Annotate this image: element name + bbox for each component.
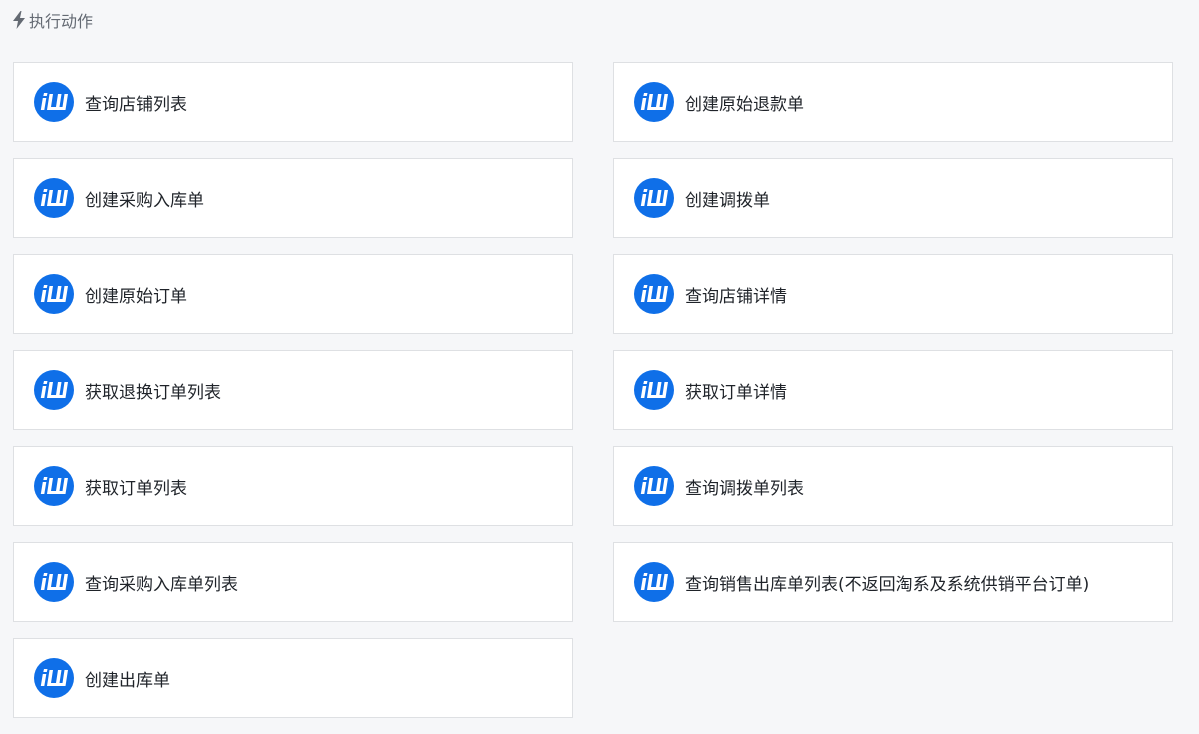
action-card[interactable]: 创建原始订单 bbox=[13, 254, 573, 334]
app-logo-icon bbox=[634, 562, 674, 602]
action-card[interactable]: 查询销售出库单列表(不返回淘系及系统供销平台订单) bbox=[613, 542, 1173, 622]
action-label: 创建采购入库单 bbox=[85, 190, 204, 211]
section-header: 执行动作 bbox=[12, 8, 93, 32]
section-title: 执行动作 bbox=[29, 12, 94, 31]
action-card[interactable]: 获取订单详情 bbox=[613, 350, 1173, 430]
action-label: 获取订单列表 bbox=[85, 478, 187, 499]
lightning-icon bbox=[12, 11, 26, 29]
action-card[interactable]: 创建出库单 bbox=[13, 638, 573, 718]
action-label: 查询调拨单列表 bbox=[685, 478, 804, 499]
action-card[interactable]: 创建调拨单 bbox=[613, 158, 1173, 238]
action-label: 创建调拨单 bbox=[685, 190, 770, 211]
app-logo-icon bbox=[34, 658, 74, 698]
action-card[interactable]: 获取退换订单列表 bbox=[13, 350, 573, 430]
action-label: 创建出库单 bbox=[85, 670, 170, 691]
app-logo-icon bbox=[34, 466, 74, 506]
app-logo-icon bbox=[34, 274, 74, 314]
action-label: 获取退换订单列表 bbox=[85, 382, 221, 403]
app-logo-icon bbox=[634, 274, 674, 314]
action-card[interactable]: 获取订单列表 bbox=[13, 446, 573, 526]
action-card[interactable]: 查询调拨单列表 bbox=[613, 446, 1173, 526]
app-logo-icon bbox=[634, 370, 674, 410]
action-card[interactable]: 查询店铺列表 bbox=[13, 62, 573, 142]
action-label: 创建原始订单 bbox=[85, 286, 187, 307]
action-label: 获取订单详情 bbox=[685, 382, 787, 403]
app-logo-icon bbox=[34, 178, 74, 218]
action-label: 查询销售出库单列表(不返回淘系及系统供销平台订单) bbox=[685, 574, 1090, 595]
action-card[interactable]: 创建原始退款单 bbox=[613, 62, 1173, 142]
app-logo-icon bbox=[634, 82, 674, 122]
action-label: 创建原始退款单 bbox=[685, 94, 804, 115]
app-logo-icon bbox=[34, 370, 74, 410]
action-card[interactable]: 创建采购入库单 bbox=[13, 158, 573, 238]
app-logo-icon bbox=[634, 466, 674, 506]
app-logo-icon bbox=[34, 82, 74, 122]
action-card[interactable]: 查询采购入库单列表 bbox=[13, 542, 573, 622]
app-logo-icon bbox=[34, 562, 74, 602]
action-label: 查询店铺列表 bbox=[85, 94, 187, 115]
action-label: 查询店铺详情 bbox=[685, 286, 787, 307]
app-logo-icon bbox=[634, 178, 674, 218]
action-label: 查询采购入库单列表 bbox=[85, 574, 238, 595]
action-card[interactable]: 查询店铺详情 bbox=[613, 254, 1173, 334]
action-grid: 查询店铺列表 创建原始退款单 创建采购入库单 创建调拨单 创建原始订单 查询店铺… bbox=[13, 62, 1173, 718]
